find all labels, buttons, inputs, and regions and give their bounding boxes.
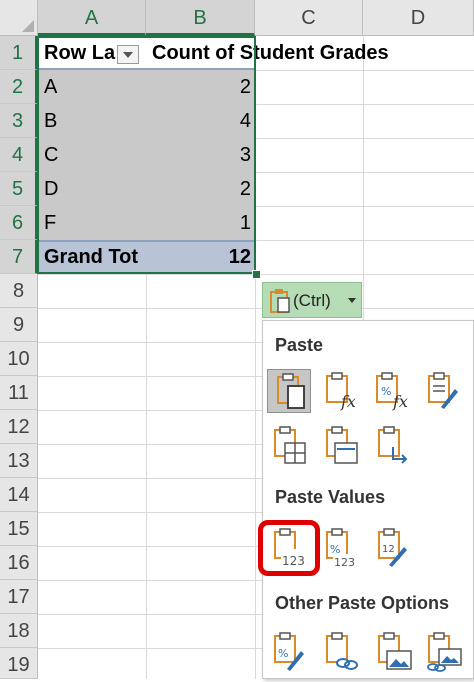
percent-glyph: %: [278, 647, 288, 660]
spreadsheet-grid[interactable]: A B C D 1 2 3 4 5 6 7 8 9 10 11 12 13 14…: [0, 0, 474, 679]
percent-glyph: %: [381, 385, 391, 398]
paste-formulas-icon[interactable]: fx: [319, 369, 363, 413]
row-header-5[interactable]: 5: [0, 172, 38, 206]
row-header-17[interactable]: 17: [0, 580, 38, 614]
paste-options-button[interactable]: (Ctrl): [262, 282, 362, 318]
column-header-b[interactable]: B: [146, 0, 255, 36]
grid-line: [38, 308, 474, 309]
other-paste-options-title: Other Paste Options: [275, 593, 450, 613]
keep-source-formatting-icon[interactable]: [421, 369, 465, 413]
row-header-2[interactable]: 2: [0, 70, 38, 104]
column-header-a[interactable]: A: [38, 0, 146, 36]
values-number-formatting-icon[interactable]: % 123: [319, 525, 363, 569]
row-header-1[interactable]: 1: [0, 36, 38, 70]
clipboard-icon: [269, 288, 291, 314]
row-header-12[interactable]: 12: [0, 410, 38, 444]
row-header-13[interactable]: 13: [0, 444, 38, 478]
no-borders-icon[interactable]: [267, 423, 311, 467]
row-header-19[interactable]: 19: [0, 648, 38, 679]
row-header-8[interactable]: 8: [0, 274, 38, 308]
row-header-16[interactable]: 16: [0, 546, 38, 580]
picture-icon[interactable]: [371, 629, 415, 673]
fx-glyph: fx: [340, 392, 356, 411]
row-header-3[interactable]: 3: [0, 104, 38, 138]
row-header-14[interactable]: 14: [0, 478, 38, 512]
row-header-7[interactable]: 7: [0, 240, 38, 274]
selection-border: [37, 36, 256, 274]
row-header-15[interactable]: 15: [0, 512, 38, 546]
formatting-icon[interactable]: %: [267, 629, 311, 673]
twelve-glyph: 12: [382, 544, 395, 555]
row-header-4[interactable]: 4: [0, 138, 38, 172]
select-all-corner[interactable]: [0, 0, 38, 36]
chevron-down-icon: [348, 298, 356, 303]
paste-section-title: Paste: [275, 335, 324, 355]
linked-picture-icon[interactable]: [421, 629, 465, 673]
column-header-c[interactable]: C: [255, 0, 363, 36]
column-header-d[interactable]: D: [363, 0, 474, 36]
highlight-annotation-box: [258, 520, 320, 576]
number-glyph: 123: [334, 556, 355, 569]
paste-formulas-number-formatting-icon[interactable]: % fx: [371, 369, 415, 413]
row-header-10[interactable]: 10: [0, 342, 38, 376]
keep-column-widths-icon[interactable]: [319, 423, 363, 467]
paste-icon[interactable]: [267, 369, 311, 413]
row-header-18[interactable]: 18: [0, 614, 38, 648]
row-header-6[interactable]: 6: [0, 206, 38, 240]
paste-link-icon[interactable]: [319, 629, 363, 673]
row-header-11[interactable]: 11: [0, 376, 38, 410]
fx-glyph: fx: [392, 392, 408, 411]
paste-options-label: (Ctrl): [293, 291, 331, 310]
paste-values-section-title: Paste Values: [275, 487, 386, 507]
paste-options-menu: Paste fx % fx Paste Values 123 % 123 12 …: [262, 320, 474, 679]
row-header-9[interactable]: 9: [0, 308, 38, 342]
transpose-icon[interactable]: [371, 423, 415, 467]
fill-handle[interactable]: [252, 270, 261, 279]
values-source-formatting-icon[interactable]: 12: [371, 525, 415, 569]
